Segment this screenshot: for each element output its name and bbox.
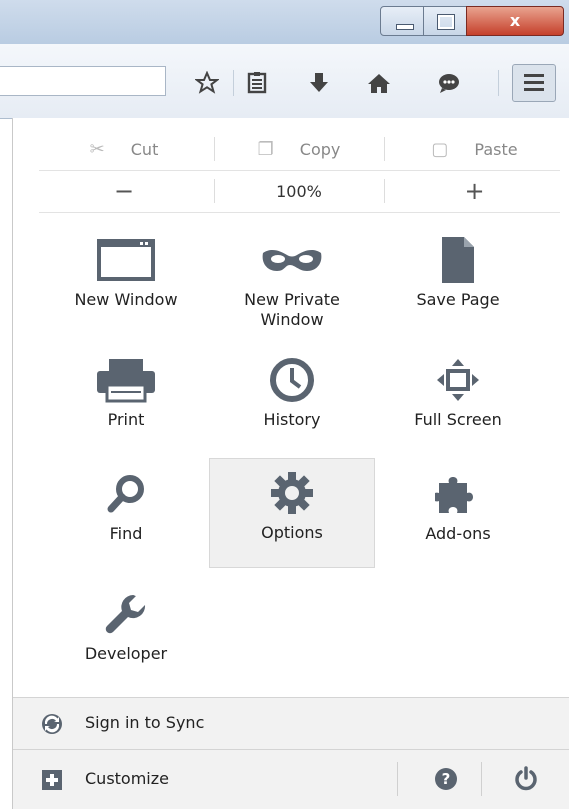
footer-separator xyxy=(481,762,482,796)
history-label: History xyxy=(263,410,321,429)
close-icon: x xyxy=(509,11,521,30)
bookmark-star-button[interactable] xyxy=(190,66,224,100)
downloads-button[interactable] xyxy=(302,66,336,100)
paste-label: Paste xyxy=(474,139,518,159)
zoom-in-button[interactable]: + xyxy=(389,170,560,212)
printer-icon xyxy=(95,352,157,408)
full-screen-button[interactable]: Full Screen xyxy=(375,346,541,456)
maximize-button[interactable] xyxy=(423,6,467,36)
magnifier-icon xyxy=(106,466,146,522)
svg-text:?: ? xyxy=(442,770,451,788)
history-button[interactable]: History xyxy=(209,346,375,456)
sync-icon xyxy=(41,713,63,739)
wrench-icon xyxy=(103,586,149,642)
find-label: Find xyxy=(109,524,143,543)
zoom-out-button[interactable]: − xyxy=(39,170,209,212)
new-private-window-label: New Private Window xyxy=(244,290,340,330)
edit-divider xyxy=(384,137,385,161)
puzzle-icon xyxy=(435,466,481,522)
footer-separator xyxy=(397,762,398,796)
customize-label: Customize xyxy=(85,769,169,788)
new-private-window-button[interactable]: New Private Window xyxy=(209,226,375,336)
save-page-label: Save Page xyxy=(416,290,500,309)
page-icon xyxy=(440,232,476,288)
sync-label: Sign in to Sync xyxy=(85,713,205,732)
reading-list-icon xyxy=(247,72,267,94)
full-screen-label: Full Screen xyxy=(414,410,502,429)
power-icon xyxy=(515,766,537,791)
navigation-toolbar xyxy=(0,44,569,119)
paste-button[interactable]: ▢ Paste xyxy=(389,128,560,170)
sync-bar[interactable]: Sign in to Sync xyxy=(13,697,569,749)
gear-icon xyxy=(269,465,315,521)
addons-label: Add-ons xyxy=(425,524,491,543)
print-button[interactable]: Print xyxy=(43,346,209,456)
reading-list-button[interactable] xyxy=(240,66,274,100)
minimize-icon xyxy=(396,24,414,30)
help-button[interactable]: ? xyxy=(433,766,461,794)
developer-button[interactable]: Developer xyxy=(43,580,209,690)
chat-button[interactable] xyxy=(432,66,466,100)
new-private-window-label-line1: New Private xyxy=(244,290,340,309)
chat-icon xyxy=(439,74,459,93)
cut-label: Cut xyxy=(130,139,159,159)
copy-icon: ❐ xyxy=(257,138,274,160)
scissors-icon: ✂ xyxy=(89,138,105,160)
quit-button[interactable] xyxy=(513,766,541,794)
maximize-icon xyxy=(437,14,455,30)
edit-controls: ✂ Cut ❐ Copy ▢ Paste xyxy=(39,128,560,171)
customize-bar: Customize ? xyxy=(13,749,569,809)
zoom-divider xyxy=(384,179,385,203)
options-label: Options xyxy=(261,523,323,542)
new-window-label: New Window xyxy=(74,290,178,309)
toolbar-separator xyxy=(498,70,499,96)
zoom-controls: − 100% + xyxy=(39,170,560,213)
home-button[interactable] xyxy=(362,66,396,100)
help-icon: ? xyxy=(435,768,457,790)
window-titlebar: x xyxy=(0,0,569,44)
star-icon xyxy=(195,71,219,94)
close-button[interactable]: x xyxy=(466,6,564,36)
cut-button[interactable]: ✂ Cut xyxy=(39,128,209,170)
minimize-button[interactable] xyxy=(380,6,424,36)
options-button[interactable]: Options xyxy=(209,458,375,568)
zoom-reset-button[interactable]: 100% xyxy=(219,170,379,212)
find-button[interactable]: Find xyxy=(43,460,209,570)
developer-label: Developer xyxy=(84,644,168,663)
new-window-button[interactable]: New Window xyxy=(43,226,209,336)
print-label: Print xyxy=(107,410,145,429)
clock-icon xyxy=(269,352,315,408)
new-private-window-label-line2: Window xyxy=(260,310,324,329)
paste-icon: ▢ xyxy=(431,138,449,160)
url-bar[interactable] xyxy=(0,66,166,96)
mask-icon xyxy=(261,232,323,288)
customize-plus-icon xyxy=(41,769,63,795)
home-icon xyxy=(368,74,390,93)
menu-panel: ✂ Cut ❐ Copy ▢ Paste − 100% + New Window xyxy=(12,118,569,809)
menu-button[interactable] xyxy=(512,64,556,102)
copy-label: Copy xyxy=(299,139,341,159)
full-screen-icon xyxy=(435,352,481,408)
customize-button[interactable]: Customize xyxy=(13,750,393,810)
zoom-divider xyxy=(214,179,215,203)
download-icon xyxy=(310,73,328,92)
save-page-button[interactable]: Save Page xyxy=(375,226,541,336)
edit-divider xyxy=(214,137,215,161)
new-window-icon xyxy=(96,232,156,288)
toolbar-separator xyxy=(233,70,234,96)
addons-button[interactable]: Add-ons xyxy=(375,460,541,570)
copy-button[interactable]: ❐ Copy xyxy=(219,128,379,170)
